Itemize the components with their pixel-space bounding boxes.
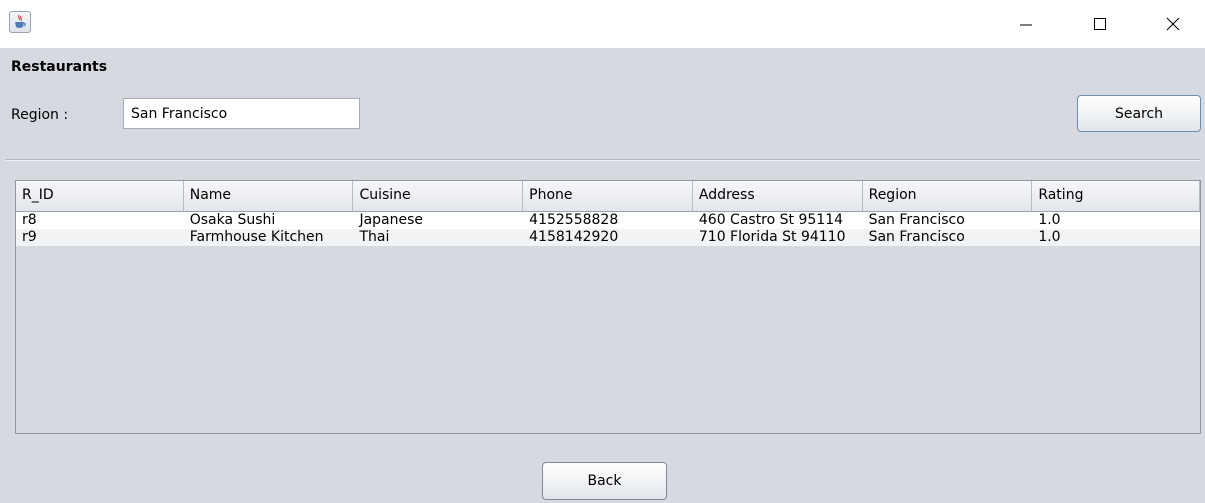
close-icon[interactable]: [1150, 0, 1196, 48]
cell-cuisine: Thai: [359, 229, 390, 245]
cell-r-id: r8: [22, 212, 37, 228]
cell-rating: 1.0: [1038, 212, 1061, 228]
column-header-address[interactable]: Address: [693, 181, 863, 211]
search-button[interactable]: Search: [1077, 95, 1201, 132]
restaurants-table[interactable]: R_ID Name Cuisine Phone Address Region R…: [15, 180, 1201, 434]
region-label: Region :: [11, 107, 69, 123]
cell-region: San Francisco: [868, 212, 965, 228]
back-button[interactable]: Back: [542, 462, 667, 500]
cell-phone: 4158142920: [529, 229, 619, 245]
column-header-rating[interactable]: Rating: [1032, 181, 1200, 211]
separator: [5, 159, 1200, 161]
column-header-name[interactable]: Name: [184, 181, 354, 211]
column-header-region[interactable]: Region: [863, 181, 1033, 211]
cell-address: 710 Florida St 94110: [698, 229, 846, 245]
cell-cuisine: Japanese: [359, 212, 424, 228]
column-header-r-id[interactable]: R_ID: [16, 181, 184, 211]
title-bar: [0, 0, 1205, 48]
minimize-icon[interactable]: [1003, 0, 1049, 48]
column-header-phone[interactable]: Phone: [523, 181, 693, 211]
region-input[interactable]: [123, 98, 360, 129]
cell-name: Farmhouse Kitchen: [189, 229, 324, 245]
table-row[interactable]: r9 Farmhouse Kitchen Thai 4158142920 710…: [16, 229, 1200, 246]
column-header-cuisine[interactable]: Cuisine: [353, 181, 524, 211]
table-header: R_ID Name Cuisine Phone Address Region R…: [16, 181, 1200, 212]
cell-region: San Francisco: [868, 229, 965, 245]
cell-name: Osaka Sushi: [189, 212, 276, 228]
java-cup-icon: [9, 11, 31, 33]
main-panel: Restaurants Region : Search R_ID Name Cu…: [0, 48, 1205, 503]
maximize-icon[interactable]: [1077, 0, 1123, 48]
cell-r-id: r9: [22, 229, 37, 245]
page-title: Restaurants: [11, 59, 108, 75]
table-row[interactable]: r8 Osaka Sushi Japanese 4152558828 460 C…: [16, 212, 1200, 229]
cell-phone: 4152558828: [529, 212, 619, 228]
cell-address: 460 Castro St 95114: [698, 212, 844, 228]
cell-rating: 1.0: [1038, 229, 1061, 245]
